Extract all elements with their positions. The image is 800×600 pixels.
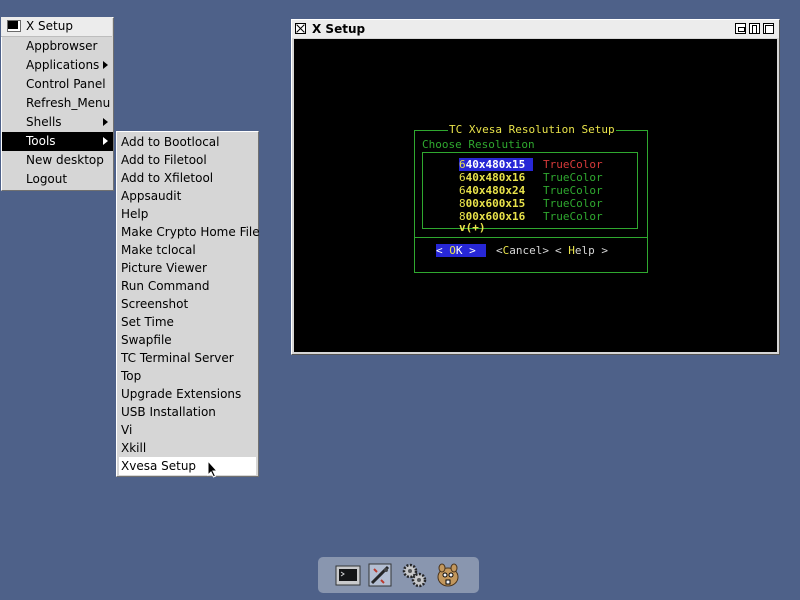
tools-item-upgrade-extensions[interactable]: Upgrade Extensions [119, 385, 256, 403]
more-indicator: v(+) [459, 221, 486, 234]
tools-item-run-command[interactable]: Run Command [119, 277, 256, 295]
tools-item-xvesa-setup[interactable]: Xvesa Setup [119, 457, 256, 475]
tools-item-appsaudit[interactable]: Appsaudit [119, 187, 256, 205]
dock [318, 557, 479, 593]
tools-item-tc-terminal-server[interactable]: TC Terminal Server [119, 349, 256, 367]
window-title: X Setup [312, 22, 366, 36]
ok-button[interactable]: < OK > [436, 244, 486, 257]
close-icon[interactable] [295, 23, 306, 34]
option-depth: TrueColor [543, 158, 603, 171]
resolution-list: 640x480x15 TrueColor 640x480x16 TrueColor … [422, 152, 638, 229]
menu-item-appbrowser[interactable]: Appbrowser [2, 37, 113, 56]
tools-item-picture-viewer[interactable]: Picture Viewer [119, 259, 256, 277]
restore-icon[interactable] [763, 23, 774, 34]
cancel-button-post: > [542, 244, 549, 257]
menu-item-applications[interactable]: Applications [2, 56, 113, 75]
tools-item-xkill[interactable]: Xkill [119, 439, 256, 457]
help-button-post: > [594, 244, 608, 257]
help-button-hotkey: H [568, 244, 575, 257]
tools-item-screenshot[interactable]: Screenshot [119, 295, 256, 313]
option-depth: TrueColor [543, 197, 603, 210]
menu-item-new-desktop[interactable]: New desktop [2, 151, 113, 170]
resolution-option[interactable]: 640x480x24 TrueColor [459, 184, 603, 197]
ok-button-label: K [455, 244, 463, 257]
x-setup-window: X Setup TC Xvesa Resolution Setup Choose… [291, 19, 780, 355]
option-depth: TrueColor [543, 184, 603, 197]
resolution-option[interactable]: 640x480x15 TrueColor [459, 158, 603, 171]
menu-item-logout[interactable]: Logout [2, 170, 113, 189]
root-menu-title[interactable]: X Setup [1, 17, 112, 37]
option-hotkey: 8 [459, 197, 466, 210]
window-icon [7, 20, 21, 32]
tools-item-add-to-xfiletool[interactable]: Add to Xfiletool [119, 169, 256, 187]
menu-item-tools[interactable]: Tools [2, 132, 113, 151]
cancel-button[interactable]: <Cancel> [496, 244, 549, 257]
minimize-icon[interactable] [735, 23, 746, 34]
tools-item-add-to-bootlocal[interactable]: Add to Bootlocal [119, 133, 256, 151]
mascot-icon[interactable] [434, 561, 462, 589]
ok-button-post: > [462, 244, 476, 257]
tools-item-make-tclocal[interactable]: Make tclocal [119, 241, 256, 259]
menu-item-shells[interactable]: Shells [2, 113, 113, 132]
tools-item-add-to-filetool[interactable]: Add to Filetool [119, 151, 256, 169]
help-button[interactable]: < Help > [555, 244, 608, 257]
tools-item-top[interactable]: Top [119, 367, 256, 385]
dialog-title: TC Xvesa Resolution Setup [448, 123, 616, 136]
root-menu-title-text: X Setup [26, 19, 73, 33]
tools-item-swapfile[interactable]: Swapfile [119, 331, 256, 349]
menu-item-refresh-menu[interactable]: Refresh_Menu [2, 94, 113, 113]
dialog-divider [415, 237, 647, 238]
option-hotkey: 6 [459, 184, 466, 197]
settings-gears-icon[interactable] [400, 561, 428, 589]
tools-item-usb-installation[interactable]: USB Installation [119, 403, 256, 421]
menu-item-control-panel[interactable]: Control Panel [2, 75, 113, 94]
resolution-dialog: TC Xvesa Resolution Setup Choose Resolut… [414, 123, 648, 273]
resolution-option[interactable]: 640x480x16 TrueColor [459, 171, 603, 184]
option-resolution: 00x600x15 [465, 197, 526, 210]
option-depth: TrueColor [543, 171, 603, 184]
option-resolution: 40x480x16 [465, 171, 526, 184]
help-button-pre: < [555, 244, 569, 257]
tools-item-vi[interactable]: Vi [119, 421, 256, 439]
mouse-cursor-icon [207, 460, 219, 478]
tools-item-help[interactable]: Help [119, 205, 256, 223]
cancel-button-pre: < [496, 244, 503, 257]
terminal-area[interactable]: TC Xvesa Resolution Setup Choose Resolut… [294, 39, 777, 352]
ok-button-hotkey: O [449, 244, 456, 257]
control-panel-icon[interactable] [366, 561, 394, 589]
terminal-icon[interactable] [334, 561, 362, 589]
maximize-icon[interactable] [749, 23, 760, 34]
option-resolution: 40x480x24 [465, 184, 526, 197]
dialog-subtitle: Choose Resolution [422, 138, 535, 151]
cancel-button-label: ancel [509, 244, 543, 257]
root-menu: Appbrowser Applications Control Panel Re… [1, 17, 114, 191]
option-hotkey: 6 [459, 171, 466, 184]
tools-submenu: Add to Bootlocal Add to Filetool Add to … [116, 131, 260, 477]
window-titlebar[interactable]: X Setup [292, 20, 779, 38]
tools-item-make-crypto-home-file[interactable]: Make Crypto Home File [119, 223, 260, 241]
help-button-label: elp [574, 244, 595, 257]
option-hotkey: 6 [459, 158, 466, 171]
tools-item-set-time[interactable]: Set Time [119, 313, 256, 331]
ok-button-pre: < [436, 244, 450, 257]
option-resolution: 40x480x15 [465, 158, 526, 171]
resolution-option[interactable]: 800x600x15 TrueColor [459, 197, 603, 210]
option-depth: TrueColor [543, 210, 603, 223]
